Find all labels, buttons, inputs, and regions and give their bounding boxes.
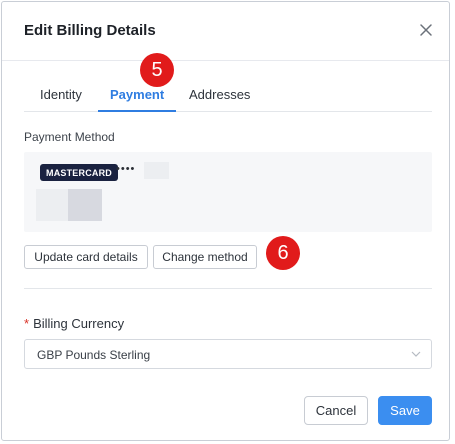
- step-badge-5: 5: [140, 53, 174, 87]
- billing-currency-text: Billing Currency: [33, 316, 125, 331]
- step-badge-6: 6: [266, 236, 300, 270]
- active-tab-indicator: [98, 110, 176, 112]
- tab-identity[interactable]: Identity: [40, 87, 82, 102]
- card-number-mask: ••••: [116, 163, 136, 175]
- billing-currency-label: * Billing Currency: [24, 316, 124, 331]
- redacted-card-digits: [144, 162, 169, 179]
- selected-currency: GBP Pounds Sterling: [37, 348, 151, 362]
- edit-billing-modal: Edit Billing Details Identity Payment Ad…: [1, 1, 450, 441]
- payment-method-label: Payment Method: [24, 130, 115, 144]
- redacted-card-detail: [36, 189, 68, 221]
- close-icon[interactable]: [415, 19, 437, 41]
- cancel-button[interactable]: Cancel: [304, 396, 368, 425]
- change-method-button[interactable]: Change method: [153, 245, 257, 269]
- modal-header: Edit Billing Details: [2, 2, 449, 61]
- redacted-card-expiry: [68, 189, 102, 221]
- save-button[interactable]: Save: [378, 396, 432, 425]
- section-divider: [24, 288, 432, 289]
- tab-bar: Identity Payment Addresses: [24, 75, 432, 112]
- payment-card-panel: MASTERCARD ••••: [24, 152, 432, 232]
- update-card-button[interactable]: Update card details: [24, 245, 148, 269]
- tab-addresses[interactable]: Addresses: [189, 87, 250, 102]
- modal-title: Edit Billing Details: [24, 22, 156, 39]
- billing-currency-select[interactable]: GBP Pounds Sterling: [24, 339, 432, 369]
- tab-payment[interactable]: Payment: [110, 87, 164, 102]
- chevron-down-icon: [411, 351, 421, 357]
- card-brand-badge: MASTERCARD: [40, 164, 118, 181]
- required-asterisk: *: [24, 316, 30, 331]
